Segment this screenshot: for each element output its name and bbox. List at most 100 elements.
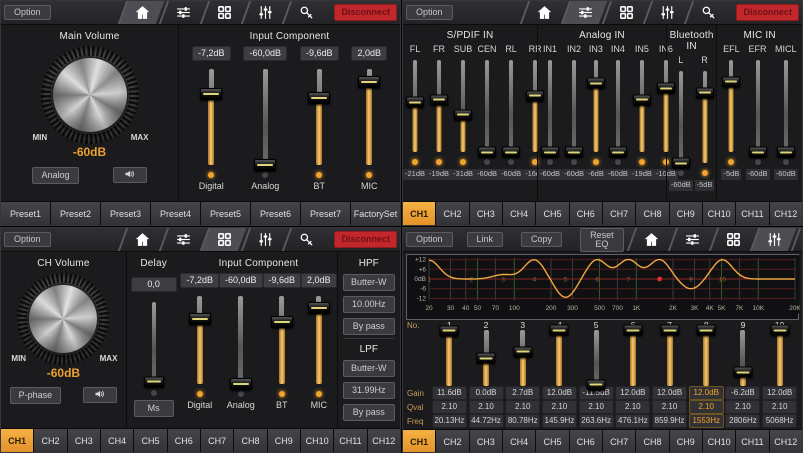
fader-track[interactable] xyxy=(640,60,644,152)
fader-handle[interactable] xyxy=(565,147,583,158)
fader-handle[interactable] xyxy=(502,147,520,158)
reset-eq-button[interactable]: Reset EQ xyxy=(580,228,624,252)
fader-handle[interactable] xyxy=(696,87,714,98)
fader-handle[interactable] xyxy=(587,379,606,390)
mute-button[interactable] xyxy=(113,167,147,183)
mute-button[interactable] xyxy=(83,387,117,403)
band-5-qval-value[interactable]: 2.10 xyxy=(579,400,614,414)
preset-button-preset7[interactable]: Preset7 xyxy=(301,202,350,225)
fader-track[interactable] xyxy=(572,60,576,152)
fader-handle[interactable] xyxy=(657,83,675,94)
channel-tab-ch1[interactable]: CH1 xyxy=(403,430,435,453)
channel-tab-ch2[interactable]: CH2 xyxy=(436,430,468,453)
lpf-freq-button[interactable]: 31.99Hz xyxy=(343,382,395,399)
fader-track[interactable] xyxy=(263,69,268,165)
fader-track[interactable] xyxy=(316,296,321,384)
nav-tab-key[interactable] xyxy=(684,1,730,24)
fader-track[interactable] xyxy=(594,330,599,386)
fader-handle[interactable] xyxy=(430,94,448,105)
fader-handle[interactable] xyxy=(358,76,380,88)
channel-tab-ch9[interactable]: CH9 xyxy=(670,430,702,453)
channel-tab-ch11[interactable]: CH11 xyxy=(736,202,768,225)
fader-track[interactable] xyxy=(729,60,733,152)
channel-tab-ch3[interactable]: CH3 xyxy=(470,430,502,453)
disconnect-button[interactable]: Disconnect xyxy=(334,4,397,21)
fader-track[interactable] xyxy=(630,330,635,386)
channel-tab-ch4[interactable]: CH4 xyxy=(503,202,535,225)
ch-volume-knob[interactable] xyxy=(17,273,109,365)
fader-track[interactable] xyxy=(317,69,322,165)
nav-tab-home[interactable] xyxy=(118,1,164,24)
fader-handle[interactable] xyxy=(189,313,211,325)
band-8-freq-value[interactable]: 1553Hz xyxy=(689,414,724,428)
band-2-freq-value[interactable]: 44.72Hz xyxy=(469,414,504,428)
channel-tab-ch6[interactable]: CH6 xyxy=(168,429,200,452)
band-1-gain-value[interactable]: 11.6dB xyxy=(432,386,467,400)
channel-tab-ch2[interactable]: CH2 xyxy=(34,429,66,452)
channel-tab-ch4[interactable]: CH4 xyxy=(503,430,535,453)
fader-track[interactable] xyxy=(548,60,552,152)
nav-tab-home[interactable] xyxy=(118,228,164,251)
fader-handle[interactable] xyxy=(587,78,605,89)
channel-tab-ch7[interactable]: CH7 xyxy=(603,202,635,225)
fader-handle[interactable] xyxy=(230,378,252,390)
nav-tab-grid[interactable] xyxy=(200,1,246,24)
preset-button-preset3[interactable]: Preset3 xyxy=(101,202,150,225)
fader-track[interactable] xyxy=(679,71,683,163)
fader-track[interactable] xyxy=(667,330,672,386)
fader-handle[interactable] xyxy=(308,92,330,104)
band-4-gain-value[interactable]: 12.0dB xyxy=(542,386,577,400)
fader-handle[interactable] xyxy=(749,147,767,158)
band-7-freq-value[interactable]: 859.9Hz xyxy=(652,414,687,428)
channel-tab-ch6[interactable]: CH6 xyxy=(570,202,602,225)
nav-tab-grid[interactable] xyxy=(602,1,648,24)
channel-tab-ch8[interactable]: CH8 xyxy=(636,430,668,453)
band-3-qval-value[interactable]: 2.10 xyxy=(505,400,540,414)
nav-tab-eq[interactable] xyxy=(241,228,287,251)
band-2-gain-value[interactable]: 0.0dB xyxy=(469,386,504,400)
preset-button-preset2[interactable]: Preset2 xyxy=(51,202,100,225)
channel-tab-ch8[interactable]: CH8 xyxy=(234,429,266,452)
nav-tab-eq[interactable] xyxy=(643,1,689,24)
nav-tab-home[interactable] xyxy=(626,228,672,251)
fader-handle[interactable] xyxy=(550,325,569,336)
fader-handle[interactable] xyxy=(526,90,544,101)
fader-handle[interactable] xyxy=(609,147,627,158)
channel-tab-ch10[interactable]: CH10 xyxy=(301,429,333,452)
main-volume-knob[interactable] xyxy=(41,46,139,144)
fader-handle[interactable] xyxy=(697,325,716,336)
channel-tab-ch1[interactable]: CH1 xyxy=(1,429,33,452)
option-button[interactable]: Option xyxy=(4,5,51,20)
fader-handle[interactable] xyxy=(271,316,293,328)
fader-track[interactable] xyxy=(557,330,562,386)
nav-tab-mixer[interactable] xyxy=(159,1,205,24)
fader-track[interactable] xyxy=(413,60,417,152)
channel-tab-ch10[interactable]: CH10 xyxy=(703,202,735,225)
channel-tab-ch3[interactable]: CH3 xyxy=(68,429,100,452)
band-3-freq-value[interactable]: 80.78Hz xyxy=(505,414,540,428)
fader-track[interactable] xyxy=(664,60,668,152)
fader-track[interactable] xyxy=(485,60,489,152)
fader-track[interactable] xyxy=(594,60,598,152)
link-button[interactable]: Link xyxy=(467,232,504,247)
channel-tab-ch1[interactable]: CH1 xyxy=(403,202,435,225)
fader-track[interactable] xyxy=(740,330,745,386)
band-7-qval-value[interactable]: 2.10 xyxy=(652,400,687,414)
preset-button-preset6[interactable]: Preset6 xyxy=(251,202,300,225)
channel-tab-ch5[interactable]: CH5 xyxy=(536,202,568,225)
channel-tab-ch11[interactable]: CH11 xyxy=(736,430,768,453)
analog-source-button[interactable]: Analog xyxy=(32,167,78,184)
band-8-gain-value[interactable]: 12.0dB xyxy=(689,386,724,400)
band-10-qval-value[interactable]: 2.10 xyxy=(762,400,797,414)
nav-tab-key[interactable] xyxy=(282,1,328,24)
band-6-gain-value[interactable]: 12.0dB xyxy=(615,386,650,400)
copy-button[interactable]: Copy xyxy=(521,232,562,247)
option-button[interactable]: Option xyxy=(406,232,453,247)
fader-track[interactable] xyxy=(367,69,372,165)
channel-tab-ch12[interactable]: CH12 xyxy=(368,429,400,452)
channel-tab-ch11[interactable]: CH11 xyxy=(334,429,366,452)
fader-handle[interactable] xyxy=(144,376,164,387)
band-8-qval-value[interactable]: 2.10 xyxy=(689,400,724,414)
channel-tab-ch9[interactable]: CH9 xyxy=(670,202,702,225)
band-5-freq-value[interactable]: 263.6Hz xyxy=(579,414,614,428)
